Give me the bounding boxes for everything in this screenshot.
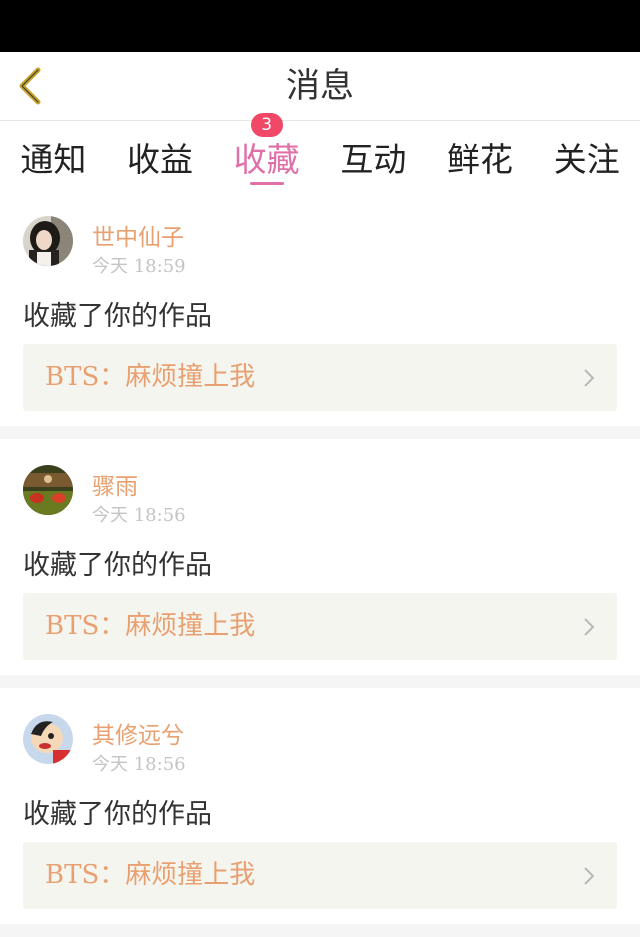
navigation-bar: 消息 (0, 52, 640, 121)
chevron-right-icon (584, 369, 595, 387)
action-text: 收藏了你的作品 (23, 799, 212, 830)
tab-label: 互动 (340, 140, 407, 179)
tab-earnings[interactable]: 收益 (107, 121, 214, 187)
page-title: 消息 (286, 66, 354, 106)
message-card: 世中仙子 今天 18:59 收藏了你的作品 BTS：麻烦撞上我 (0, 190, 640, 426)
divider (0, 426, 640, 439)
avatar[interactable] (23, 714, 73, 764)
tab-following[interactable]: 关注 (533, 121, 640, 187)
avatar-portrait-icon (23, 216, 73, 266)
tab-bar: 通知 收益 3 收藏 互动 鲜花 关注 (0, 113, 640, 187)
unread-count-badge: 3 (250, 113, 283, 137)
chevron-right-icon (584, 867, 595, 885)
work-title: BTS：麻烦撞上我 (45, 362, 256, 392)
tab-label: 鲜花 (447, 140, 514, 179)
action-text: 收藏了你的作品 (23, 550, 212, 581)
avatar-photo-icon (23, 465, 73, 515)
work-link[interactable]: BTS：麻烦撞上我 (23, 842, 617, 909)
tab-notifications[interactable]: 通知 (0, 121, 107, 187)
work-link[interactable]: BTS：麻烦撞上我 (23, 593, 617, 660)
divider (0, 675, 640, 688)
active-tab-indicator (249, 182, 284, 185)
tab-favorites[interactable]: 3 收藏 (213, 113, 320, 187)
user-name[interactable]: 世中仙子 (92, 218, 184, 252)
chevron-right-icon (584, 618, 595, 636)
avatar[interactable] (23, 465, 73, 515)
tab-label: 关注 (553, 140, 620, 179)
user-name[interactable]: 其修远兮 (92, 716, 184, 750)
action-text: 收藏了你的作品 (23, 301, 212, 332)
status-bar (0, 0, 640, 52)
divider (0, 924, 640, 937)
timestamp: 今天 18:56 (92, 505, 186, 526)
tab-label: 通知 (20, 140, 87, 179)
message-list: 世中仙子 今天 18:59 收藏了你的作品 BTS：麻烦撞上我 骤雨 今天 18… (0, 190, 640, 937)
tab-label: 收益 (127, 140, 193, 179)
tab-interactions[interactable]: 互动 (320, 121, 427, 187)
avatar-cartoon-icon (23, 714, 73, 764)
message-card: 其修远兮 今天 18:56 收藏了你的作品 BTS：麻烦撞上我 (0, 688, 640, 924)
avatar[interactable] (23, 216, 73, 266)
message-card: 骤雨 今天 18:56 收藏了你的作品 BTS：麻烦撞上我 (0, 439, 640, 675)
work-title: BTS：麻烦撞上我 (45, 860, 256, 890)
work-link[interactable]: BTS：麻烦撞上我 (23, 344, 617, 411)
timestamp: 今天 18:59 (92, 256, 186, 277)
user-name[interactable]: 骤雨 (92, 467, 138, 501)
timestamp: 今天 18:56 (92, 754, 186, 775)
work-title: BTS：麻烦撞上我 (45, 611, 256, 641)
tab-flowers[interactable]: 鲜花 (427, 121, 534, 187)
